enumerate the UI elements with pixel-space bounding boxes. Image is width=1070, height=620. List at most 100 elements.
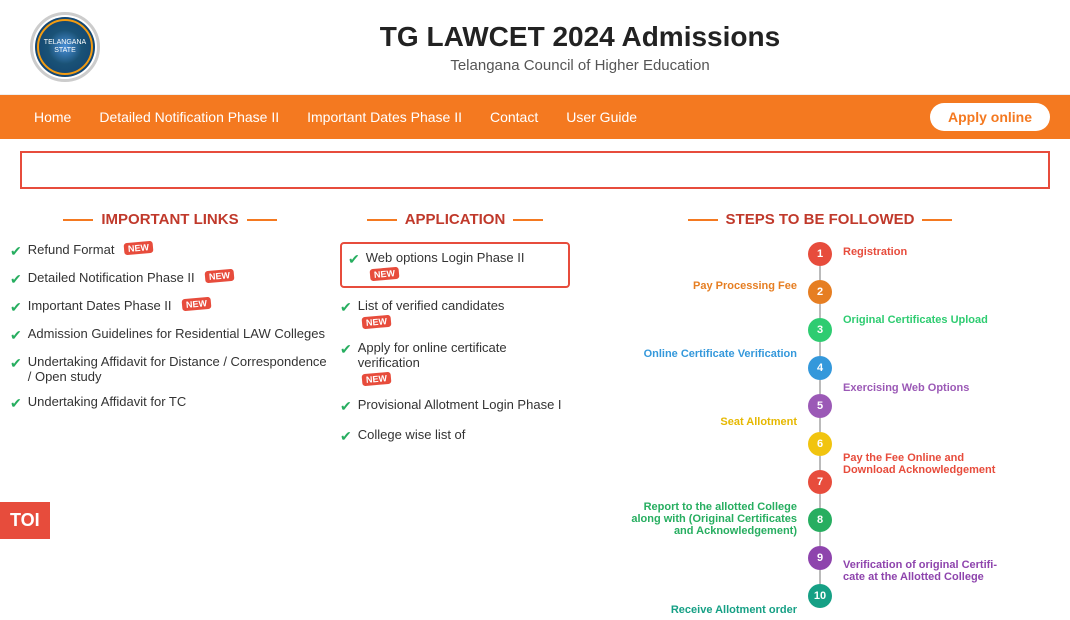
step-right-9: Verification of original Certifi-cate at…: [843, 556, 1060, 586]
step-left-receive: Receive Allotment order: [671, 600, 797, 620]
app-apply-certificate[interactable]: ✔ Apply for online certificate verificat…: [340, 340, 570, 385]
dash-right: [247, 219, 277, 221]
dash-left: [63, 219, 93, 221]
step-line: [819, 456, 821, 470]
application-title: APPLICATION: [405, 211, 506, 228]
app-label: Apply for online certificate verificatio…: [358, 340, 507, 370]
important-links-header: IMPORTANT LINKS: [10, 211, 330, 228]
checkmark-icon: ✔: [10, 395, 22, 412]
step-line: [819, 342, 821, 356]
spacer: [843, 276, 1060, 296]
new-badge: NEW: [361, 372, 391, 386]
step-bubble-6: 6: [808, 432, 832, 456]
app-list-verified[interactable]: ✔ List of verified candidates NEW: [340, 298, 570, 328]
link-admission-guidelines[interactable]: ✔ Admission Guidelines for Residential L…: [10, 326, 330, 344]
link-label: Admission Guidelines for Residential LAW…: [28, 326, 325, 341]
app-label: Web options Login Phase II: [366, 250, 525, 265]
step-bubble-1: 1: [808, 242, 832, 266]
checkmark-icon: ✔: [340, 398, 352, 415]
steps-title: STEPS TO BE FOLLOWED: [726, 211, 915, 228]
link-detailed-notification[interactable]: ✔ Detailed Notification Phase II NEW: [10, 270, 330, 288]
step-line: [819, 494, 821, 508]
dash-right: [513, 219, 543, 221]
toi-badge: TOI: [0, 502, 50, 539]
spacer: [843, 482, 1060, 496]
app-label: List of verified candidates: [358, 298, 505, 313]
dash-right: [922, 219, 952, 221]
step-left-pay: Pay Processing Fee: [693, 276, 797, 296]
steps-layout: Pay Processing Fee Online Certificate Ve…: [580, 242, 1060, 620]
checkmark-icon: ✔: [10, 355, 22, 372]
main-content: IMPORTANT LINKS ✔ Refund Format NEW ✔ De…: [0, 201, 1070, 620]
link-refund-format[interactable]: ✔ Refund Format NEW: [10, 242, 330, 260]
checkmark-icon: ✔: [340, 341, 352, 358]
site-title: TG LAWCET 2024 Admissions: [120, 21, 1040, 53]
new-badge: NEW: [361, 315, 391, 329]
app-label: College wise list of: [358, 427, 466, 442]
spacer: [843, 330, 1060, 344]
step-bubble-10: 10: [808, 584, 832, 608]
nav-home[interactable]: Home: [20, 95, 85, 139]
checkmark-icon: ✔: [10, 299, 22, 316]
spacer: [843, 600, 1060, 620]
spacer: [843, 262, 1060, 276]
spacer: [843, 542, 1060, 556]
steps-left-labels: Pay Processing Fee Online Certificate Ve…: [580, 242, 805, 620]
link-important-dates[interactable]: ✔ Important Dates Phase II NEW: [10, 298, 330, 316]
ticker-text: 024. Exercising Web options- Phase II is…: [22, 162, 1050, 179]
important-links-title: IMPORTANT LINKS: [101, 211, 238, 228]
link-label: Refund Format: [28, 242, 115, 257]
app-web-options[interactable]: ✔ Web options Login Phase II NEW: [340, 242, 570, 288]
step-line: [819, 266, 821, 280]
step-bubble-2: 2: [808, 280, 832, 304]
nav-dates[interactable]: Important Dates Phase II: [293, 95, 476, 139]
step-left-report: Report to the allotted Collegealong with…: [631, 496, 797, 542]
page-header: TELANGANASTATE TG LAWCET 2024 Admissions…: [0, 0, 1070, 95]
checkmark-icon: ✔: [10, 243, 22, 260]
step-right-5: Exercising Web Options: [843, 378, 1060, 398]
nav-contact[interactable]: Contact: [476, 95, 552, 139]
main-nav: Home Detailed Notification Phase II Impo…: [0, 95, 1070, 139]
checkmark-icon: ✔: [348, 251, 360, 268]
link-label: Important Dates Phase II: [28, 298, 172, 313]
step-bubble-5: 5: [808, 394, 832, 418]
checkmark-icon: ✔: [10, 327, 22, 344]
link-undertaking-affidavit[interactable]: ✔ Undertaking Affidavit for Distance / C…: [10, 354, 330, 384]
step-right-3: Original Certificates Upload: [843, 310, 1060, 330]
step-bubble-8: 8: [808, 508, 832, 532]
application-section: APPLICATION ✔ Web options Login Phase II…: [340, 211, 570, 620]
news-ticker: 024. Exercising Web options- Phase II is…: [20, 151, 1050, 189]
site-title-block: TG LAWCET 2024 Admissions Telangana Coun…: [120, 21, 1040, 74]
step-bubble-4: 4: [808, 356, 832, 380]
nav-notification[interactable]: Detailed Notification Phase II: [85, 95, 293, 139]
steps-header: STEPS TO BE FOLLOWED: [580, 211, 1060, 228]
apply-online-button[interactable]: Apply online: [930, 103, 1050, 131]
spacer: [843, 586, 1060, 600]
link-label: Undertaking Affidavit for Distance / Cor…: [28, 354, 330, 384]
step-bubble-3: 3: [808, 318, 832, 342]
site-subtitle: Telangana Council of Higher Education: [120, 57, 1040, 74]
step-right-1: Registration: [843, 242, 1060, 262]
checkmark-icon: ✔: [10, 271, 22, 288]
step-left-cert: Online Certificate Verification: [644, 344, 797, 364]
app-college-wise[interactable]: ✔ College wise list of: [340, 427, 570, 445]
step-line: [819, 304, 821, 318]
new-badge: NEW: [181, 297, 211, 311]
spacer: [843, 296, 1060, 310]
step-right-7: Pay the Fee Online andDownload Acknowled…: [843, 446, 1060, 482]
spacer: [843, 496, 1060, 542]
steps-center: 1 2 3 4 5 6 7 8: [805, 242, 835, 620]
link-label: Undertaking Affidavit for TC: [28, 394, 187, 409]
important-links-section: IMPORTANT LINKS ✔ Refund Format NEW ✔ De…: [10, 211, 330, 620]
app-provisional-allotment[interactable]: ✔ Provisional Allotment Login Phase I: [340, 397, 570, 415]
nav-guide[interactable]: User Guide: [552, 95, 651, 139]
app-label: Provisional Allotment Login Phase I: [358, 397, 562, 412]
logo: TELANGANASTATE: [30, 12, 100, 82]
checkmark-icon: ✔: [340, 299, 352, 316]
step-bubble-9: 9: [808, 546, 832, 570]
spacer: [843, 364, 1060, 378]
link-undertaking-tc[interactable]: ✔ Undertaking Affidavit for TC: [10, 394, 330, 412]
dash-left: [367, 219, 397, 221]
step-line: [819, 418, 821, 432]
step-left-seat: Seat Allotment: [720, 412, 797, 432]
